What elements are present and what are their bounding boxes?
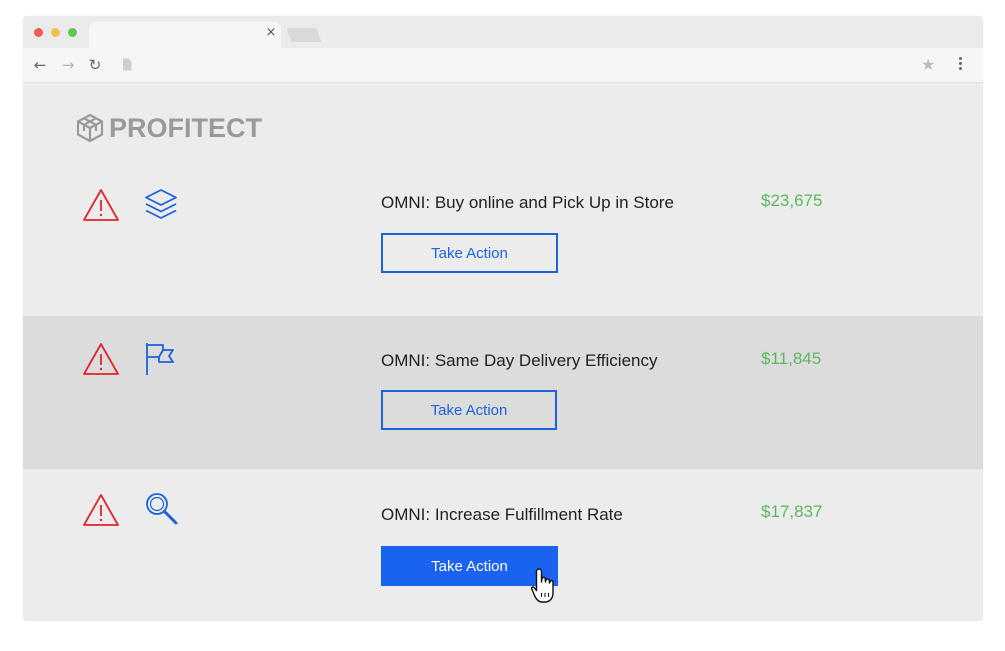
browser-tab[interactable]: × xyxy=(89,22,281,48)
flag-icon xyxy=(146,343,174,375)
opportunity-amount: $23,675 xyxy=(761,191,823,210)
new-tab-button[interactable] xyxy=(286,28,322,42)
opportunity-title: OMNI: Same Day Delivery Efficiency xyxy=(381,351,658,370)
magnifier-icon xyxy=(146,493,178,525)
back-arrow-icon[interactable]: ← xyxy=(31,56,49,74)
close-window-dot[interactable] xyxy=(34,28,43,37)
tab-bar: × xyxy=(23,16,983,48)
reload-icon[interactable]: ↻ xyxy=(86,56,104,74)
opportunity-amount: $17,837 xyxy=(761,502,823,521)
opportunity-title: OMNI: Buy online and Pick Up in Store xyxy=(381,193,674,212)
bookmark-star-icon[interactable]: ★ xyxy=(921,56,935,74)
logo-cube-icon xyxy=(76,113,104,143)
maximize-window-dot[interactable] xyxy=(68,28,77,37)
warning-icon xyxy=(83,343,119,375)
address-bar: ← → ↻ ★ xyxy=(23,48,983,83)
logo-text: PROFITECT xyxy=(109,112,262,143)
minimize-window-dot[interactable] xyxy=(51,28,60,37)
tab-close-icon[interactable]: × xyxy=(263,25,279,41)
opportunity-row: OMNI: Increase Fulfillment Rate $17,837 … xyxy=(23,469,983,621)
opportunity-amount: $11,845 xyxy=(761,349,822,368)
layers-icon xyxy=(145,189,177,219)
page-content: PROFITECT OMNI: Buy online and Pick Up i… xyxy=(23,83,983,621)
opportunity-title: OMNI: Increase Fulfillment Rate xyxy=(381,505,623,524)
profitect-logo: PROFITECT xyxy=(75,113,262,143)
warning-icon xyxy=(83,189,119,221)
opportunity-row: OMNI: Same Day Delivery Efficiency $11,8… xyxy=(23,316,983,469)
opportunity-row: OMNI: Buy online and Pick Up in Store $2… xyxy=(23,170,983,316)
forward-arrow-icon[interactable]: → xyxy=(59,56,77,74)
take-action-button[interactable]: Take Action xyxy=(381,233,558,273)
page-icon xyxy=(123,58,132,71)
browser-window: × ← → ↻ ★ PROFITECT OMNI: Buy online and… xyxy=(23,16,983,621)
take-action-button[interactable]: Take Action xyxy=(381,390,557,430)
browser-menu-icon[interactable] xyxy=(959,57,963,73)
warning-icon xyxy=(83,494,119,526)
hand-pointer-cursor-icon xyxy=(531,568,554,603)
